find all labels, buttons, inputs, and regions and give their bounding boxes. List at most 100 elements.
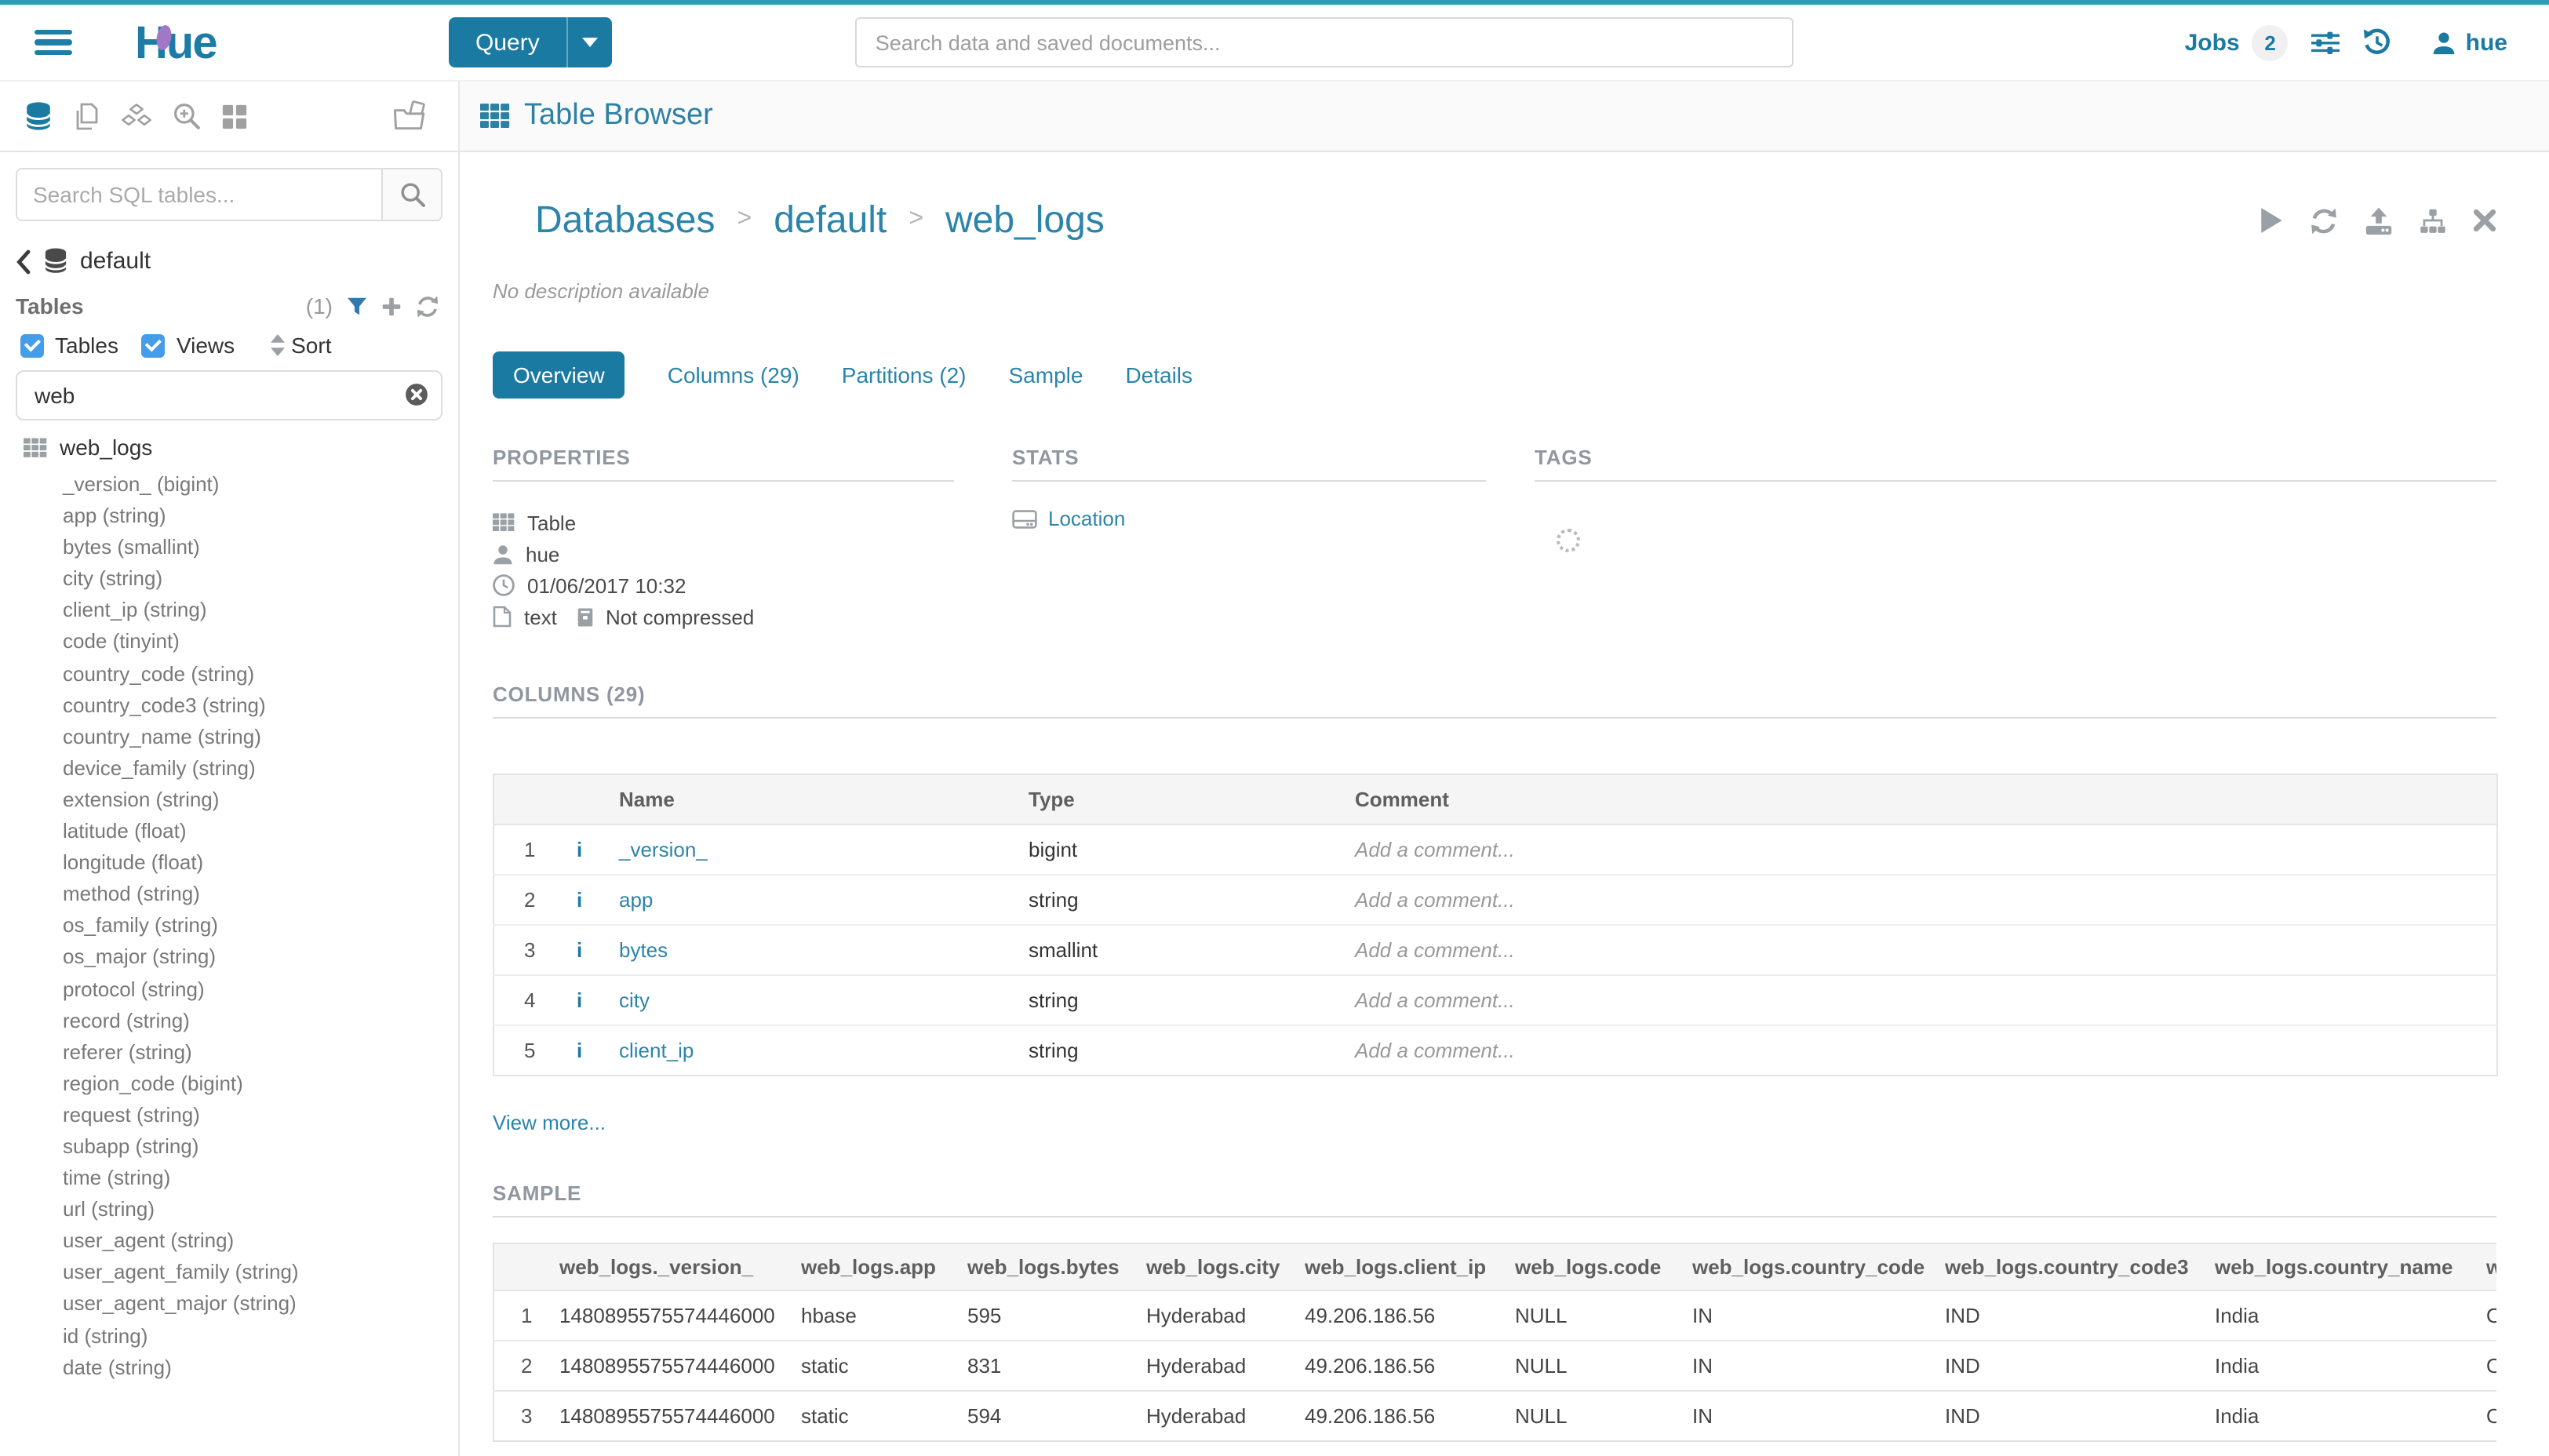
info-icon[interactable]	[558, 838, 582, 861]
sql-table-search-button[interactable]	[381, 169, 441, 220]
filter-funnel-icon[interactable]	[347, 296, 367, 316]
jobs-count-badge[interactable]: 2	[2252, 24, 2289, 60]
sidebar-column-item[interactable]: user_agent_family (string)	[63, 1258, 458, 1289]
import-upload-icon[interactable]	[2365, 206, 2393, 235]
sql-database-icon[interactable]	[25, 101, 52, 131]
sidebar-column-item[interactable]: client_ip (string)	[63, 595, 458, 627]
column-comment-placeholder[interactable]: Add a comment...	[1336, 975, 2497, 1025]
sidebar-column-item[interactable]: code (tinyint)	[63, 627, 458, 658]
clear-filter-icon[interactable]	[405, 383, 428, 406]
breadcrumb-databases[interactable]: Databases	[535, 198, 716, 242]
sidebar-column-item[interactable]: _version_ (bigint)	[63, 469, 458, 500]
tab-details[interactable]: Details	[1125, 362, 1193, 388]
sidebar-column-item[interactable]: id (string)	[63, 1320, 458, 1352]
table-description[interactable]: No description available	[493, 279, 2496, 303]
sidebar-table-web-logs[interactable]: web_logs	[24, 435, 458, 460]
sidebar-column-item[interactable]: referer (string)	[63, 1036, 458, 1068]
info-icon[interactable]	[558, 888, 582, 912]
sidebar-column-item[interactable]: request (string)	[63, 1100, 458, 1131]
breadcrumb-table[interactable]: web_logs	[945, 198, 1105, 242]
sidebar-column-item[interactable]: longitude (float)	[63, 847, 458, 879]
sidebar-column-item[interactable]: subapp (string)	[63, 1131, 458, 1163]
sidebar-column-item[interactable]: latitude (float)	[63, 816, 458, 847]
column-name-link[interactable]: client_ip	[600, 1025, 1010, 1076]
app-header: Table Browser	[460, 82, 2549, 152]
breadcrumb-database[interactable]: default	[774, 198, 887, 242]
sort-toggle[interactable]: Sort	[269, 333, 331, 358]
refresh-icon[interactable]	[2310, 206, 2338, 235]
column-row: 3 bytes smallint Add a comment...	[493, 925, 2497, 975]
query-button[interactable]: Query	[449, 17, 612, 67]
hamburger-menu-icon[interactable]	[35, 29, 72, 56]
sql-table-search-input[interactable]	[17, 169, 381, 220]
tables-checkbox-label[interactable]: Tables	[55, 333, 118, 358]
sample-table-container[interactable]: web_logs._version_web_logs.appweb_logs.b…	[493, 1243, 2496, 1442]
info-icon[interactable]	[558, 988, 582, 1012]
lineage-sitemap-icon[interactable]	[2420, 208, 2446, 233]
sidebar-column-item[interactable]: country_code (string)	[63, 658, 458, 690]
sidebar-column-item[interactable]: url (string)	[63, 1194, 458, 1225]
column-name-link[interactable]: app	[600, 875, 1010, 925]
sidebar-column-item[interactable]: app (string)	[63, 500, 458, 532]
column-name-link[interactable]: bytes	[600, 925, 1010, 975]
views-checkbox[interactable]	[142, 333, 166, 357]
sidebar-column-item[interactable]: record (string)	[63, 1005, 458, 1036]
sidebar-column-item[interactable]: region_code (bigint)	[63, 1068, 458, 1100]
sidebar-column-item[interactable]: method (string)	[63, 879, 458, 910]
table-filter-input[interactable]	[16, 370, 442, 420]
column-name-link[interactable]: city	[600, 975, 1010, 1025]
zoom-search-icon[interactable]	[173, 102, 201, 130]
history-icon[interactable]	[2364, 28, 2392, 56]
functions-cubes-icon[interactable]	[121, 103, 152, 129]
query-button-label[interactable]: Query	[449, 17, 566, 67]
sidebar-column-item[interactable]: user_agent_major (string)	[63, 1289, 458, 1320]
clock-icon	[493, 574, 515, 596]
sample-col-header: web_logs.app	[782, 1243, 949, 1290]
apps-grid-icon[interactable]	[221, 103, 248, 129]
sample-cell: static	[782, 1341, 949, 1391]
sidebar-column-item[interactable]: user_agent (string)	[63, 1226, 458, 1258]
column-comment-placeholder[interactable]: Add a comment...	[1336, 925, 2497, 975]
sidebar-column-item[interactable]: os_family (string)	[63, 911, 458, 942]
sidebar-column-item[interactable]: bytes (smallint)	[63, 532, 458, 563]
sidebar-column-item[interactable]: device_family (string)	[63, 753, 458, 784]
settings-sliders-icon[interactable]	[2312, 31, 2340, 54]
add-table-icon[interactable]	[381, 296, 402, 316]
tab-columns[interactable]: Columns (29)	[668, 362, 799, 388]
user-menu[interactable]: hue	[2433, 29, 2507, 56]
sample-cell: 49.206.186.56	[1286, 1391, 1496, 1441]
tab-overview[interactable]: Overview	[493, 351, 625, 399]
column-name-link[interactable]: _version_	[600, 824, 1010, 875]
sidebar-column-item[interactable]: protocol (string)	[63, 974, 458, 1005]
sidebar-column-item[interactable]: date (string)	[63, 1352, 458, 1383]
location-link[interactable]: Location	[1012, 507, 1486, 530]
refresh-tables-icon[interactable]	[416, 294, 439, 318]
folder-documents-icon[interactable]	[392, 100, 427, 132]
column-comment-placeholder[interactable]: Add a comment...	[1336, 824, 2497, 875]
breadcrumb: Databases default web_logs	[493, 198, 1105, 242]
global-search-input[interactable]	[855, 17, 1793, 67]
info-icon[interactable]	[558, 1039, 582, 1062]
tab-partitions[interactable]: Partitions (2)	[842, 362, 967, 388]
sidebar-column-item[interactable]: os_major (string)	[63, 942, 458, 974]
views-checkbox-label[interactable]: Views	[177, 333, 235, 358]
view-more-link[interactable]: View more...	[493, 1111, 606, 1134]
sidebar-column-item[interactable]: country_code3 (string)	[63, 690, 458, 721]
documents-icon[interactable]	[72, 101, 100, 131]
sample-cell: IND	[1926, 1341, 2196, 1391]
sidebar-column-item[interactable]: country_name (string)	[63, 722, 458, 753]
hue-logo[interactable]: Hue	[135, 19, 292, 66]
sidebar-column-item[interactable]: extension (string)	[63, 784, 458, 816]
column-comment-placeholder[interactable]: Add a comment...	[1336, 1025, 2497, 1076]
database-breadcrumb-row[interactable]: default	[16, 248, 458, 275]
tab-sample[interactable]: Sample	[1009, 362, 1083, 388]
query-play-icon[interactable]	[2260, 207, 2283, 234]
column-comment-placeholder[interactable]: Add a comment...	[1336, 875, 2497, 925]
sidebar-column-item[interactable]: city (string)	[63, 564, 458, 595]
jobs-link[interactable]: Jobs	[2185, 29, 2240, 56]
close-icon[interactable]	[2473, 209, 2496, 232]
tables-checkbox[interactable]	[20, 333, 44, 357]
query-dropdown-toggle[interactable]	[566, 17, 612, 67]
info-icon[interactable]	[558, 938, 582, 962]
sidebar-column-item[interactable]: time (string)	[63, 1163, 458, 1194]
